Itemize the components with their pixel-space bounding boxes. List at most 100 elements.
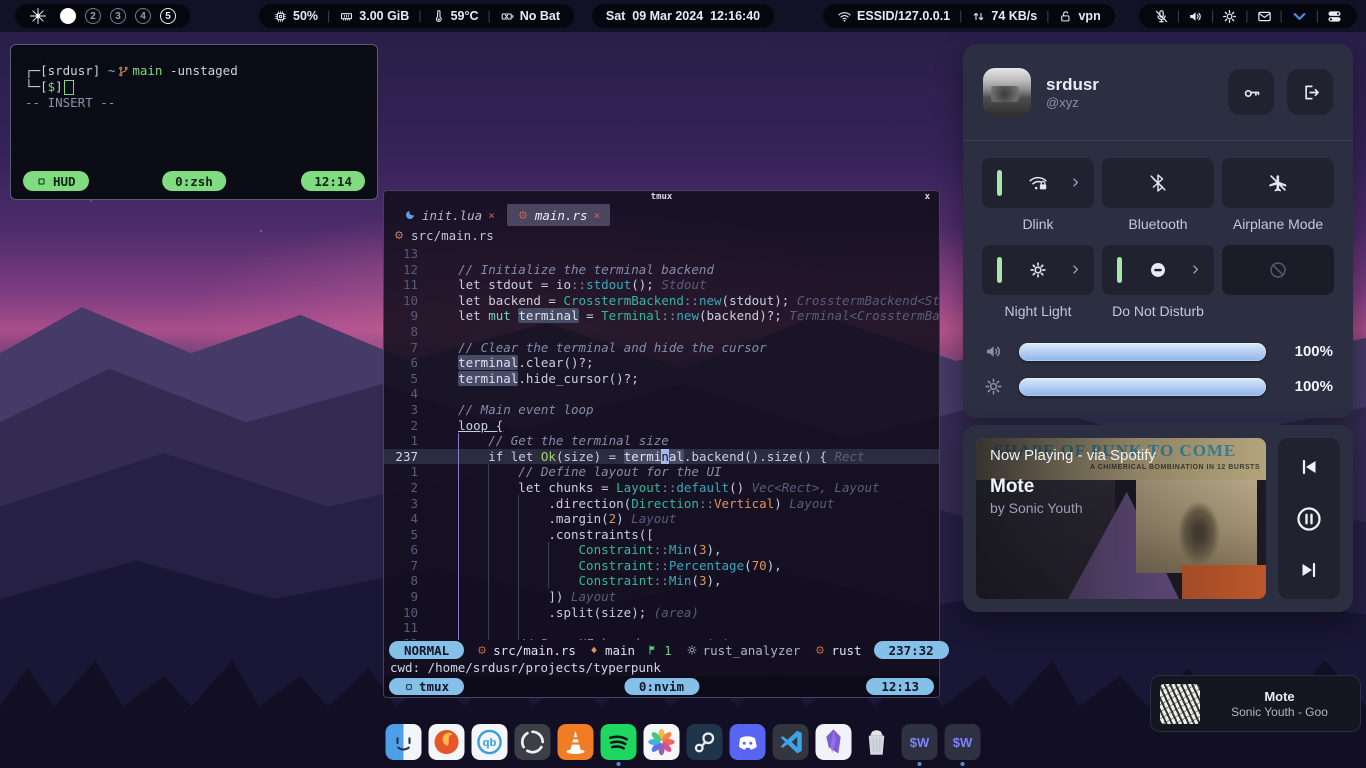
clock[interactable]: Sat 09 Mar 2024 12:16:40 [591, 3, 775, 29]
mic-off-icon[interactable] [1153, 8, 1170, 25]
album-art[interactable]: SHAPE OF PUNK TO COME A CHIMERICAL BOMBI… [976, 438, 1266, 599]
chevron-right-icon[interactable] [1068, 175, 1083, 190]
dock-slot-spotify [601, 724, 637, 760]
hud-session-pill[interactable]: HUD [23, 171, 89, 191]
profile-buttons [1228, 69, 1333, 115]
tab-close-icon[interactable]: × [594, 209, 601, 222]
winbar-breadcrumb: src/main.rs [384, 226, 939, 244]
workspace-2[interactable]: 2 [85, 8, 101, 24]
code-text: let stdout = io::stdout(); Stdout [428, 277, 707, 293]
toggle-night-light[interactable] [982, 245, 1094, 295]
gear-icon [686, 644, 698, 656]
code-text: terminal.clear()?; [428, 355, 594, 371]
logout-button[interactable] [1287, 69, 1333, 115]
dock-item-obs[interactable] [515, 724, 551, 760]
dock-item-file-manager[interactable] [386, 724, 422, 760]
prompt-corner: └─ [25, 79, 40, 95]
code-text: // Main event loop [428, 402, 594, 418]
volume-slider[interactable] [1019, 343, 1266, 361]
brightness-slider[interactable] [1019, 378, 1266, 396]
tmux-editor-window[interactable]: tmux x init.lua×main.rs× src/main.rs 1312… [383, 190, 940, 698]
chevron-down-icon[interactable] [1290, 7, 1309, 26]
track-artist: by Sonic Youth [990, 500, 1083, 516]
prompt-bracket: ] [55, 79, 63, 95]
pause-button[interactable] [1294, 504, 1324, 534]
running-indicator [918, 762, 922, 766]
notification-text: Mote Sonic Youth - Goo [1208, 688, 1351, 720]
tmux-session-pill[interactable]: tmux [389, 678, 464, 695]
code-line: 11 [384, 620, 939, 636]
tab-init.lua[interactable]: init.lua× [394, 204, 505, 226]
dock-item-steam[interactable] [687, 724, 723, 760]
chevron-right-icon[interactable] [1068, 262, 1083, 277]
network-status[interactable]: ESSID/127.0.0.1 74 KB/s vpn [822, 3, 1116, 29]
dock-slot-obs [515, 724, 551, 760]
dock-item-photos[interactable] [644, 724, 680, 760]
dock-slot-firefox [429, 724, 465, 760]
code-text: if let Ok(size) = terminal.backend().siz… [428, 449, 865, 465]
code-line: 4 .margin(2) Layout [384, 511, 939, 527]
tab-main.rs[interactable]: main.rs× [507, 204, 610, 226]
chevron-right-icon[interactable] [1188, 262, 1203, 277]
tab-close-icon[interactable]: × [488, 209, 495, 222]
code-line: 8 [384, 324, 939, 340]
wifi-lock-icon [1027, 172, 1049, 194]
sun-icon [1027, 259, 1049, 281]
hud-window-pill[interactable]: 0:zsh [162, 171, 226, 191]
gear-icon[interactable] [1221, 8, 1238, 25]
vim-mode-pill: NORMAL [389, 641, 464, 659]
code-line: 10 let backend = CrosstermBackend::new(s… [384, 293, 939, 309]
dock-item-vlc[interactable] [558, 724, 594, 760]
mail-icon[interactable] [1256, 8, 1273, 25]
code-line: 1 // Get the terminal size [384, 433, 939, 449]
layout-icon[interactable] [1326, 8, 1343, 25]
dock-item-spotify[interactable] [601, 724, 637, 760]
workspace-5[interactable]: 5 [160, 8, 176, 24]
avatar [983, 68, 1031, 116]
toggle-cell-Do Not Disturb: Do Not Disturb [1102, 245, 1214, 320]
dock-item-sw-app[interactable]: $W [945, 724, 981, 760]
sparkle-logo-icon[interactable] [29, 7, 47, 25]
dock-slot-vlc [558, 724, 594, 760]
hud-terminal-window[interactable]: ┌─[srdusr] ~main -unstaged └─[$] -- INSE… [10, 44, 378, 200]
dock-item-discord[interactable] [730, 724, 766, 760]
toggle-label: Dlink [1022, 216, 1053, 233]
workspace-4[interactable]: 4 [135, 8, 151, 24]
dock-item-qbittorrent[interactable]: qb [472, 724, 508, 760]
toggle-bluetooth[interactable] [1102, 158, 1214, 208]
user-name: srdusr [1046, 74, 1099, 95]
media-notification[interactable]: Mote Sonic Youth - Goo [1150, 675, 1361, 732]
workspace-1[interactable] [60, 8, 76, 24]
code-line: 3 // Main event loop [384, 402, 939, 418]
toggle-airplane-mode[interactable] [1222, 158, 1334, 208]
vpn-stat: vpn [1058, 9, 1100, 24]
divider [327, 9, 330, 23]
track-title: Mote [990, 476, 1034, 498]
brightness-slider-row: 100% [983, 369, 1333, 404]
indent-guide [488, 464, 489, 640]
volume-icon[interactable] [1187, 8, 1204, 25]
vim-mode-text: -- INSERT -- [25, 95, 363, 111]
next-track-button[interactable] [1297, 558, 1321, 582]
tmux-window-pill[interactable]: 0:nvim [624, 678, 699, 695]
prompt-line-1: ┌─[srdusr] ~main -unstaged [25, 63, 363, 79]
toggle-do-not-disturb[interactable] [1102, 245, 1214, 295]
toggle-blocked[interactable] [1222, 245, 1334, 295]
dock-item-firefox[interactable] [429, 724, 465, 760]
dock-item-vscode[interactable] [773, 724, 809, 760]
window-close-button[interactable]: x [925, 191, 930, 204]
dock-slot-obsidian [816, 724, 852, 760]
dock-item-obsidian[interactable] [816, 724, 852, 760]
code-text: // Draw UI based on app state [428, 636, 737, 640]
line-number: 13 [384, 246, 428, 262]
divider [1046, 9, 1049, 23]
hud-clock-label: 12:14 [314, 174, 352, 189]
code-editor[interactable]: 1312 // Initialize the terminal backend1… [384, 244, 939, 640]
toggle-dlink[interactable] [982, 158, 1094, 208]
dock-item-sw-app[interactable]: $W [902, 724, 938, 760]
lock-keys-button[interactable] [1228, 69, 1274, 115]
user-info: srdusr @xyz [1046, 74, 1099, 110]
dock-item-trash[interactable] [859, 724, 895, 760]
workspace-3[interactable]: 3 [110, 8, 126, 24]
previous-track-button[interactable] [1297, 455, 1321, 479]
